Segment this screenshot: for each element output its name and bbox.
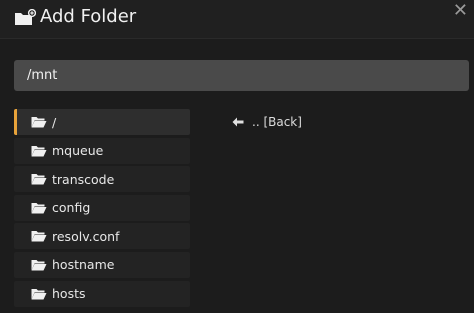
folder-open-icon [31, 174, 47, 185]
folder-open-icon [31, 259, 47, 271]
path-input[interactable] [14, 60, 469, 91]
close-icon[interactable]: ✕ [453, 1, 468, 21]
dialog-title: Add Folder [40, 6, 137, 27]
folder-open-icon [31, 117, 47, 128]
arrow-left-icon [232, 117, 244, 127]
folder-item[interactable]: resolv.conf [14, 223, 190, 250]
folder-item[interactable]: / [14, 109, 190, 135]
folder-label: resolv.conf [52, 228, 120, 244]
folder-open-icon [31, 288, 47, 300]
folder-item[interactable]: transcode [14, 166, 190, 193]
folder-label: hostname [52, 257, 115, 273]
folder-item[interactable]: hostname [14, 251, 190, 278]
dialog-header: Add Folder ✕ [0, 0, 474, 38]
folder-label: config [52, 200, 91, 216]
folder-label: transcode [52, 171, 115, 187]
folder-label: hosts [52, 286, 86, 302]
folder-label: / [52, 114, 57, 130]
folder-open-icon [31, 202, 47, 214]
folder-open-icon [31, 145, 47, 157]
add-folder-icon [15, 9, 36, 25]
folder-open-icon [31, 231, 47, 242]
folder-list: / mqueue transcode config resolv.conf hostnam… [14, 109, 190, 309]
folder-item[interactable]: config [14, 194, 190, 221]
header-divider [0, 38, 474, 39]
folder-item[interactable]: hosts [14, 280, 190, 307]
folder-label: mqueue [52, 143, 104, 159]
folder-item[interactable]: mqueue [14, 137, 190, 164]
back-label: .. [Back] [252, 115, 302, 129]
back-button[interactable]: .. [Back] [232, 115, 302, 129]
